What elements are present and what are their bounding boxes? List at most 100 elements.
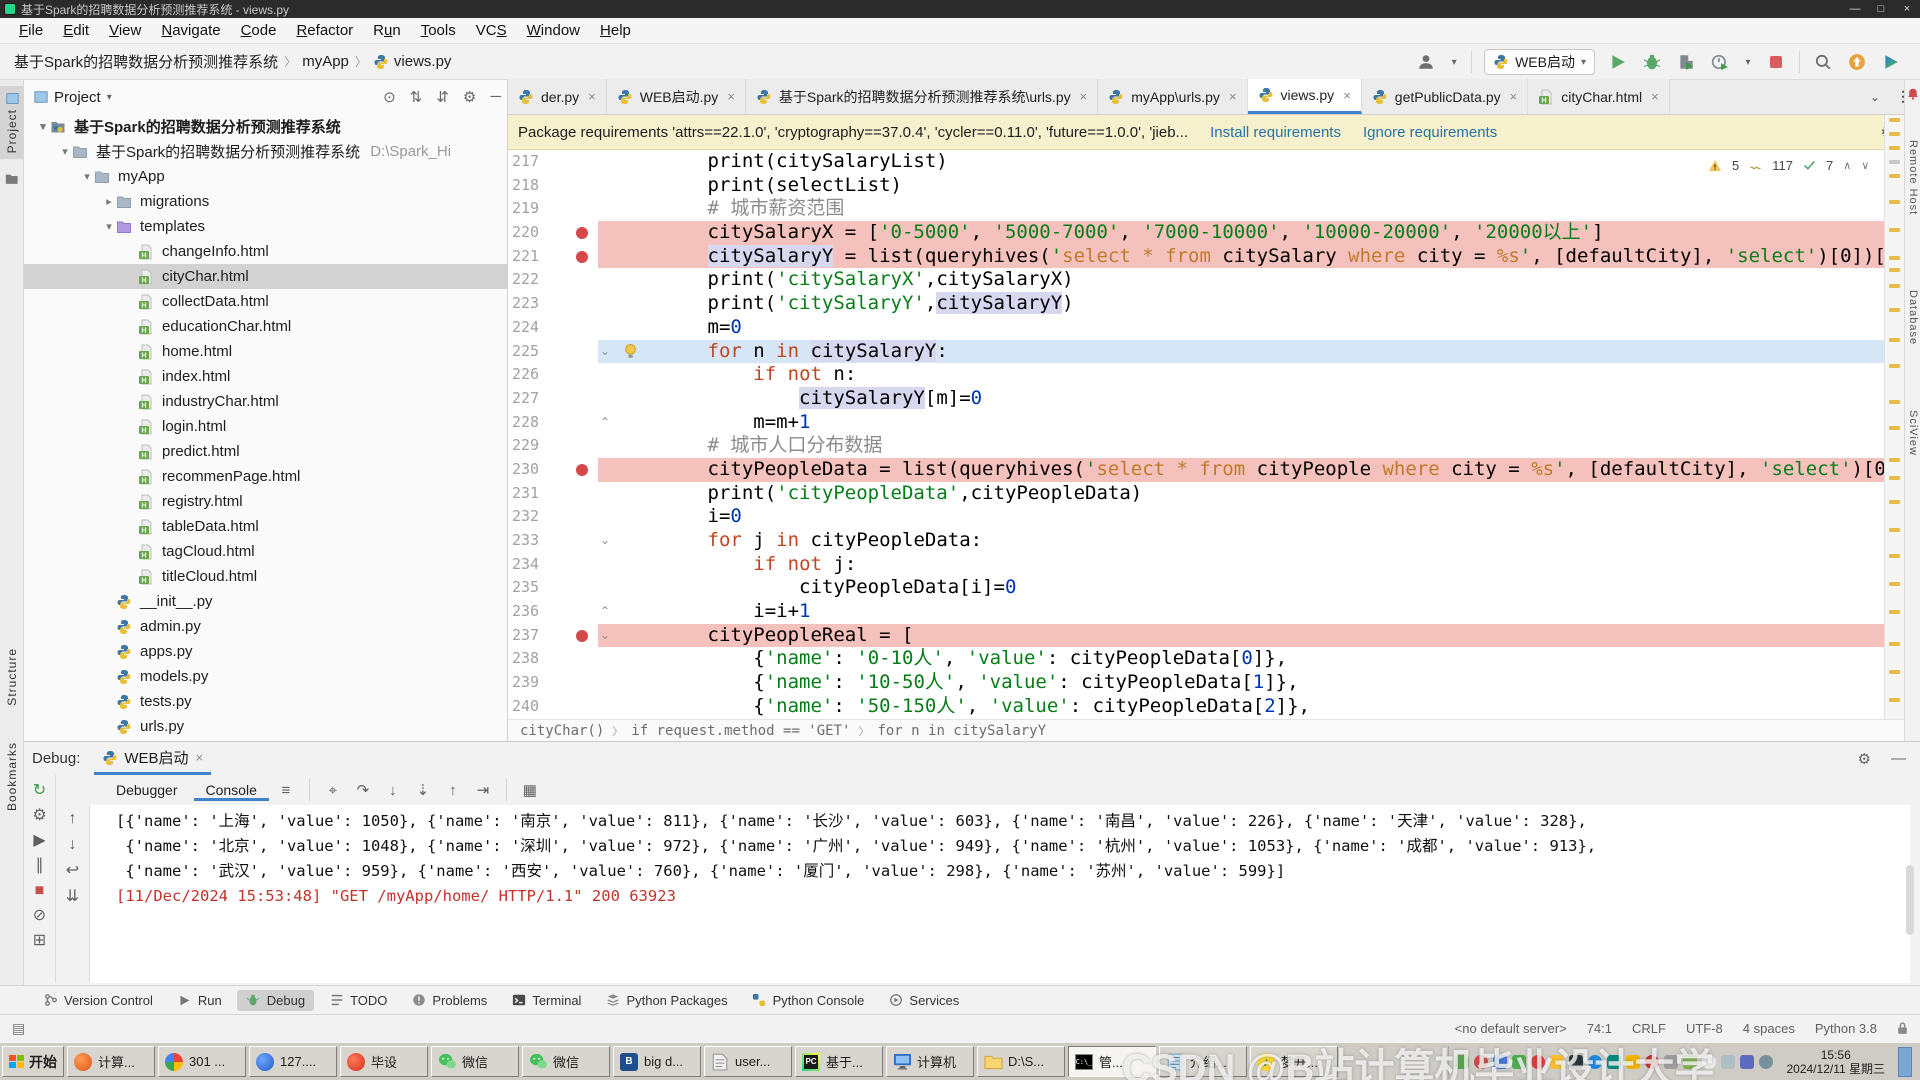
search-everywhere-icon[interactable] — [1812, 51, 1834, 73]
debugger-step-icon[interactable]: ▦ — [517, 781, 543, 799]
run-button[interactable] — [1607, 51, 1629, 73]
error-stripe-mark[interactable] — [1889, 554, 1900, 558]
status-left-icon[interactable]: ▤ — [12, 1020, 25, 1037]
down-stack-icon[interactable]: ↓ — [69, 837, 77, 853]
scroll-to-end-icon[interactable]: ⇊ — [66, 889, 79, 905]
code-line[interactable]: 230 cityPeopleData = list(queryhives('se… — [508, 458, 1884, 482]
editor-tab[interactable]: HcityChar.html× — [1528, 79, 1670, 114]
taskbar-button[interactable]: ♪梦开... — [1250, 1046, 1338, 1077]
taskbar-button[interactable]: 微信 — [431, 1046, 519, 1077]
debug-session-tab[interactable]: WEB启动 × — [94, 742, 211, 775]
code-line[interactable]: 220 citySalaryX = ['0-5000', '5000-7000'… — [508, 221, 1884, 245]
tree-item[interactable]: ▾基于Spark的招聘数据分析预测推荐系统D:\Spark_Hi — [24, 139, 507, 164]
project-collapse-all-icon[interactable]: ⇵ — [436, 88, 449, 106]
taskbar-clock[interactable]: 15:56 2024/12/11 星期三 — [1778, 1048, 1893, 1076]
tree-chevron-icon[interactable]: ▾ — [36, 120, 50, 133]
taskbar-button[interactable]: C:\_管... — [1068, 1046, 1156, 1077]
code-line[interactable]: 222 print('citySalaryX',citySalaryX) — [508, 268, 1884, 292]
tree-item[interactable]: HchangeInfo.html — [24, 239, 507, 264]
user-icon[interactable] — [1415, 51, 1437, 73]
tree-item[interactable]: HcollectData.html — [24, 289, 507, 314]
code-line[interactable]: 217 print(citySalaryList) — [508, 150, 1884, 174]
error-stripe-mark[interactable] — [1889, 458, 1900, 462]
menu-navigate[interactable]: Navigate — [152, 20, 229, 41]
debug-console-output[interactable]: [{'name': '上海', 'value': 1050}, {'name':… — [90, 805, 1910, 983]
tree-chevron-icon[interactable]: ▾ — [102, 220, 116, 233]
tree-item[interactable]: Hindex.html — [24, 364, 507, 389]
error-stripe-mark[interactable] — [1889, 642, 1900, 646]
menu-edit[interactable]: Edit — [54, 20, 98, 41]
error-stripe-mark[interactable] — [1889, 610, 1900, 614]
run-config-selector[interactable]: WEB启动 ▾ — [1484, 49, 1595, 75]
fold-marker-icon[interactable]: ⌃ — [600, 411, 610, 435]
error-stripe-mark[interactable] — [1889, 308, 1900, 312]
tree-item[interactable]: apps.py — [24, 639, 507, 664]
error-stripe-mark[interactable] — [1889, 132, 1900, 136]
debug-tab-console[interactable]: Console — [194, 779, 269, 801]
ignore-requirements-link[interactable]: Ignore requirements — [1363, 124, 1497, 141]
tree-item[interactable]: tests.py — [24, 689, 507, 714]
code-line[interactable]: 226 if not n: — [508, 363, 1884, 387]
console-scrollbar[interactable] — [1906, 865, 1914, 935]
start-button[interactable]: 开始 — [2, 1046, 64, 1077]
show-desktop-button[interactable] — [1898, 1047, 1912, 1077]
error-stripe-mark[interactable] — [1889, 528, 1900, 532]
tray-icon[interactable] — [1702, 1055, 1716, 1069]
editor-tab[interactable]: getPublicData.py× — [1362, 79, 1528, 114]
tray-icon[interactable] — [1740, 1055, 1754, 1069]
code-line[interactable]: 235 cityPeopleData[i]=0 — [508, 576, 1884, 600]
toolwindow-button-problems[interactable]: Problems — [402, 990, 496, 1011]
debugger-step-icon[interactable]: ≡ — [273, 782, 299, 799]
profiler-dropdown-icon[interactable]: ▾ — [1743, 51, 1753, 73]
code-line[interactable]: 221 citySalaryY = list(queryhives('selec… — [508, 245, 1884, 269]
sidebar-tab-bookmarks[interactable]: Bookmarks — [5, 742, 19, 811]
taskbar-button[interactable]: 计算机 — [886, 1046, 974, 1077]
tray-icon[interactable] — [1474, 1055, 1488, 1069]
taskbar-button[interactable]: 301 ... — [158, 1046, 246, 1077]
code-line[interactable]: 228⌃ m=m+1 — [508, 411, 1884, 435]
editor-tab[interactable]: views.py× — [1248, 79, 1362, 114]
stop-button[interactable] — [1765, 51, 1787, 73]
code-line[interactable]: 231 print('cityPeopleData',cityPeopleDat… — [508, 482, 1884, 506]
sidebar-tab-database[interactable]: Database — [1907, 290, 1919, 345]
code-line[interactable]: 229 # 城市人口分布数据 — [508, 434, 1884, 458]
ide-feature-icon[interactable] — [1880, 51, 1902, 73]
close-tab-icon[interactable]: × — [1510, 89, 1518, 104]
minimize-button[interactable]: — — [1842, 3, 1868, 15]
python-interpreter[interactable]: Python 3.8 — [1815, 1021, 1877, 1036]
menu-help[interactable]: Help — [591, 20, 640, 41]
tree-item[interactable]: ▾templates — [24, 214, 507, 239]
tray-icon[interactable] — [1664, 1055, 1678, 1069]
debugger-step-icon[interactable]: ⇣ — [410, 781, 436, 799]
editor-tab[interactable]: der.py× — [508, 79, 607, 114]
tree-item[interactable]: HeducationChar.html — [24, 314, 507, 339]
debugger-step-icon[interactable]: ⇥ — [470, 781, 496, 799]
code-line[interactable]: 223 print('citySalaryY',citySalaryY) — [508, 292, 1884, 316]
chevron-down-icon[interactable]: ⌄ — [1870, 90, 1880, 104]
taskbar-button[interactable]: 微信 — [522, 1046, 610, 1077]
error-stripe[interactable] — [1884, 115, 1904, 741]
error-stripe-mark[interactable] — [1889, 118, 1900, 122]
install-requirements-link[interactable]: Install requirements — [1210, 124, 1341, 141]
toolwindow-button-todo[interactable]: TODO — [320, 990, 396, 1011]
tree-item[interactable]: ▾myApp — [24, 164, 507, 189]
error-stripe-mark[interactable] — [1889, 174, 1900, 178]
close-tab-icon[interactable]: × — [1080, 89, 1088, 104]
sidebar-tab-structure[interactable]: Structure — [5, 648, 19, 706]
breadcrumb-item[interactable]: myApp — [302, 53, 349, 70]
fold-marker-icon[interactable]: ⌃ — [600, 600, 610, 624]
debug-tab-debugger[interactable]: Debugger — [104, 779, 190, 801]
toolwindow-button-python-packages[interactable]: Python Packages — [596, 990, 736, 1011]
tray-icon[interactable] — [1550, 1055, 1564, 1069]
editor-tab[interactable]: myApp\urls.py× — [1098, 79, 1247, 114]
error-stripe-mark[interactable] — [1889, 476, 1900, 480]
close-tab-icon[interactable]: × — [588, 89, 596, 104]
fold-marker-icon[interactable]: ⌄ — [600, 624, 610, 648]
tree-item[interactable]: HcityChar.html — [24, 264, 507, 289]
tree-item[interactable]: Hhome.html — [24, 339, 507, 364]
project-expand-all-icon[interactable]: ⇅ — [410, 88, 423, 106]
maximize-button[interactable]: □ — [1868, 3, 1894, 15]
tree-item[interactable]: urls.py — [24, 714, 507, 739]
breakpoint-icon[interactable] — [576, 251, 588, 263]
tree-item[interactable]: HtagCloud.html — [24, 539, 507, 564]
